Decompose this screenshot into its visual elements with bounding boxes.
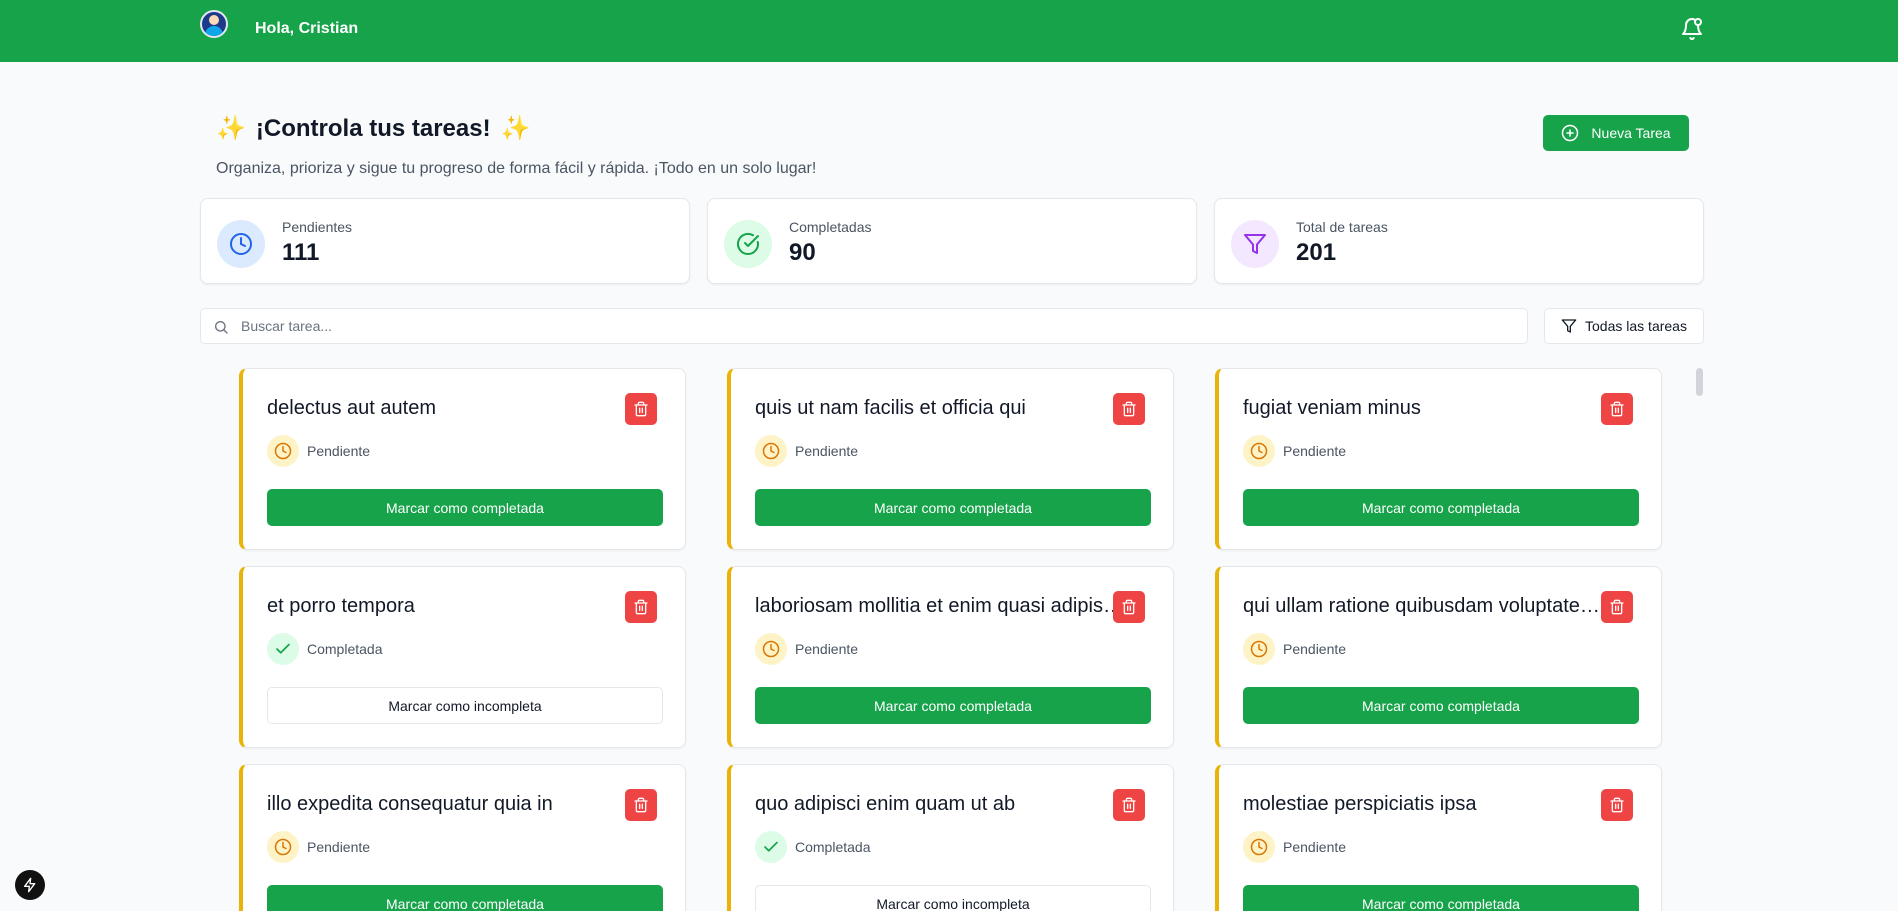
task-status: Pendiente [795, 443, 859, 459]
clock-icon [1243, 435, 1275, 467]
search-box [200, 308, 1528, 344]
trash-icon [1121, 797, 1137, 813]
task-card: quo adipisci enim quam ut ab Completada Ma… [727, 764, 1174, 911]
task-card: illo expedita consequatur quia in Pendien… [239, 764, 686, 911]
task-title: quo adipisci enim quam ut ab [755, 793, 1016, 815]
avatar[interactable] [200, 10, 228, 38]
delete-task-button[interactable] [625, 789, 657, 821]
clock-icon [755, 633, 787, 665]
check-icon [755, 831, 787, 863]
page-title: ✨ ¡Controla tus tareas! ✨ [216, 114, 530, 143]
page-title-text: ¡Controla tus tareas! [255, 114, 491, 142]
bolt-icon[interactable] [15, 870, 45, 900]
mark-complete-button[interactable]: Marcar como completada [1243, 885, 1639, 911]
task-card: qui ullam ratione quibusdam voluptatem q… [1215, 566, 1662, 748]
trash-icon [1121, 401, 1137, 417]
trash-icon [633, 401, 649, 417]
notification-bell-icon[interactable] [1680, 17, 1704, 41]
plus-circle-icon [1562, 124, 1579, 142]
trash-icon [633, 599, 649, 615]
top-bar: Hola, Cristian [0, 0, 1898, 62]
stat-card-pending: Pendientes 111 [200, 198, 690, 284]
filter-button[interactable]: Todas las tareas [1544, 308, 1704, 344]
stat-label: Total de tareas [1296, 219, 1388, 235]
mark-complete-button[interactable]: Marcar como completada [1243, 489, 1639, 526]
search-icon [215, 321, 228, 334]
filter-label: Todas las tareas [1585, 318, 1687, 334]
trash-icon [1609, 797, 1625, 813]
mark-complete-button[interactable]: Marcar como completada [755, 489, 1151, 526]
clock-icon [267, 435, 299, 467]
task-title: molestiae perspiciatis ipsa [1243, 793, 1477, 815]
task-status: Completada [307, 641, 383, 657]
stat-value: 201 [1296, 239, 1337, 266]
delete-task-button[interactable] [1113, 591, 1145, 623]
stat-value: 90 [789, 239, 816, 266]
task-title: et porro tempora [267, 595, 415, 617]
delete-task-button[interactable] [1113, 789, 1145, 821]
delete-task-button[interactable] [1113, 393, 1145, 425]
stat-card-total: Total de tareas 201 [1214, 198, 1704, 284]
task-title: quis ut nam facilis et officia qui [755, 397, 1026, 419]
task-title: qui ullam ratione quibusdam voluptatem q… [1243, 595, 1613, 617]
task-status: Pendiente [1283, 443, 1347, 459]
sparkle-right: ✨ [500, 115, 531, 142]
task-title: delectus aut autem [267, 397, 436, 419]
task-status: Pendiente [307, 839, 371, 855]
task-status: Pendiente [1283, 839, 1347, 855]
task-card: laboriosam mollitia et enim quasi adipis… [727, 566, 1174, 748]
task-card: fugiat veniam minus Pendiente Marcar como … [1215, 368, 1662, 550]
page-subtitle: Organiza, prioriza y sigue tu progreso d… [216, 160, 817, 177]
clock-icon [755, 435, 787, 467]
stat-label: Completadas [789, 219, 872, 235]
clock-icon [267, 831, 299, 863]
stat-card-completed: Completadas 90 [707, 198, 1197, 284]
new-task-label: Nueva Tarea [1591, 125, 1671, 141]
delete-task-button[interactable] [1601, 789, 1633, 821]
check-circle-icon [724, 220, 772, 268]
mark-complete-button[interactable]: Marcar como completada [755, 687, 1151, 724]
trash-icon [633, 797, 649, 813]
delete-task-button[interactable] [625, 591, 657, 623]
trash-icon [1121, 599, 1137, 615]
task-card: delectus aut autem Pendiente Marcar como c… [239, 368, 686, 550]
filter-icon [1231, 220, 1279, 268]
search-input[interactable] [241, 311, 1511, 341]
clock-icon [217, 220, 265, 268]
task-title: illo expedita consequatur quia in [267, 793, 553, 815]
stat-value: 111 [282, 239, 320, 266]
scrollbar-thumb[interactable] [1696, 368, 1703, 396]
task-status: Pendiente [307, 443, 371, 459]
task-status: Pendiente [795, 641, 859, 657]
task-status: Pendiente [1283, 641, 1347, 657]
delete-task-button[interactable] [1601, 591, 1633, 623]
greeting: Hola, Cristian [255, 20, 359, 37]
task-card: quis ut nam facilis et officia qui Pendie… [727, 368, 1174, 550]
delete-task-button[interactable] [625, 393, 657, 425]
task-status: Completada [795, 839, 871, 855]
task-title: laboriosam mollitia et enim quasi adipis… [755, 595, 1125, 617]
task-title: fugiat veniam minus [1243, 397, 1421, 419]
mark-complete-button[interactable]: Marcar como completada [267, 489, 663, 526]
filter-icon [1561, 319, 1577, 333]
mark-incomplete-button[interactable]: Marcar como incompleta [267, 687, 663, 724]
mark-complete-button[interactable]: Marcar como completada [1243, 687, 1639, 724]
trash-icon [1609, 401, 1625, 417]
clock-icon [1243, 831, 1275, 863]
new-task-button[interactable]: Nueva Tarea [1543, 115, 1689, 151]
delete-task-button[interactable] [1601, 393, 1633, 425]
task-card: et porro tempora Completada Marcar como in… [239, 566, 686, 748]
mark-incomplete-button[interactable]: Marcar como incompleta [755, 885, 1151, 911]
mark-complete-button[interactable]: Marcar como completada [267, 885, 663, 911]
clock-icon [1243, 633, 1275, 665]
check-icon [267, 633, 299, 665]
stat-label: Pendientes [282, 219, 353, 235]
task-card: molestiae perspiciatis ipsa Pendiente Marc… [1215, 764, 1662, 911]
sparkle-left: ✨ [216, 115, 246, 142]
trash-icon [1609, 599, 1625, 615]
